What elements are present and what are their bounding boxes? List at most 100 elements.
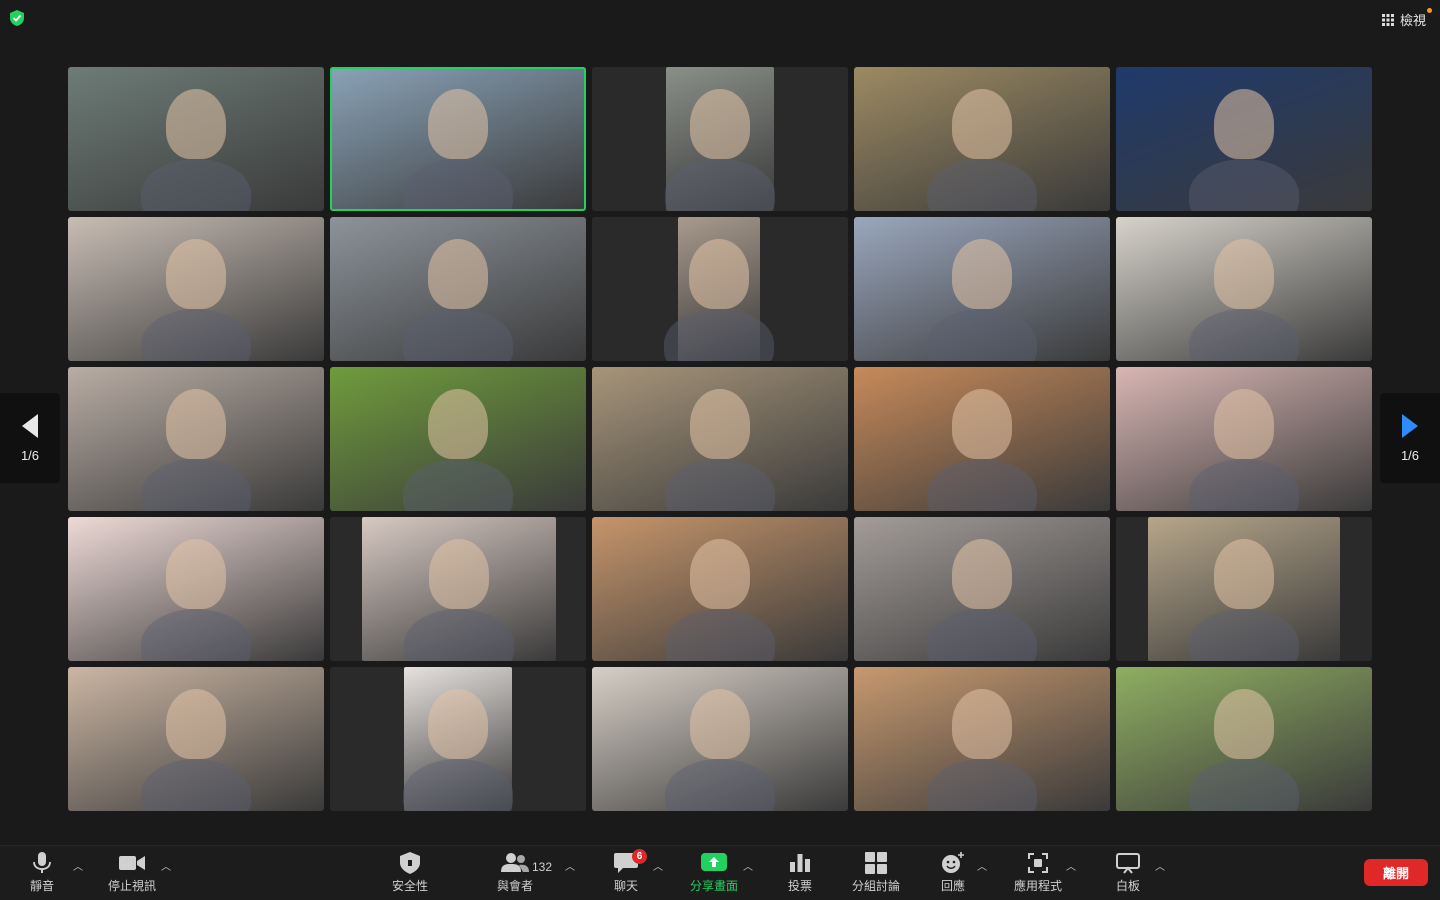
- participant-silhouette: [166, 689, 226, 759]
- participant-body: [403, 759, 513, 811]
- participant-video-tile[interactable]: [592, 667, 848, 811]
- participant-body: [1189, 759, 1299, 811]
- participant-silhouette: [166, 539, 226, 609]
- participant-video-tile[interactable]: [330, 67, 586, 211]
- apps-label: 應用程式: [1014, 879, 1063, 893]
- participant-video-tile[interactable]: [68, 67, 324, 211]
- breakout-rooms-icon: [865, 852, 887, 874]
- leave-meeting-button[interactable]: 離開: [1364, 859, 1428, 886]
- participants-icon: [501, 853, 529, 872]
- share-screen-label: 分享畫面: [690, 879, 739, 893]
- meeting-toolbar: 靜音 ︿ 停止視訊 ︿ 安全性 與會者 132 ︿ 6 聊天 ︿ 分享畫面 ︿ …: [0, 845, 1440, 900]
- polls-button[interactable]: 投票: [788, 852, 812, 894]
- participant-video-feed: [330, 367, 586, 511]
- participant-video-tile[interactable]: [330, 517, 586, 661]
- participant-video-feed: [665, 67, 775, 211]
- chat-button[interactable]: 6 聊天: [614, 849, 647, 894]
- security-button[interactable]: 安全性: [392, 852, 428, 894]
- participant-silhouette: [1214, 689, 1274, 759]
- participant-video-feed: [592, 517, 848, 661]
- participants-options-caret[interactable]: ︿: [565, 858, 575, 873]
- video-options-caret[interactable]: ︿: [161, 858, 171, 873]
- audio-options-caret[interactable]: ︿: [73, 858, 83, 873]
- participants-button[interactable]: 與會者: [497, 852, 533, 894]
- mute-button[interactable]: 靜音: [30, 852, 54, 894]
- participant-video-feed: [68, 217, 324, 361]
- participant-video-tile[interactable]: [330, 667, 586, 811]
- participant-silhouette: [690, 689, 750, 759]
- participant-video-tile[interactable]: [854, 67, 1110, 211]
- participant-video-tile[interactable]: [854, 217, 1110, 361]
- participant-silhouette: [1214, 389, 1274, 459]
- participant-video-tile[interactable]: [592, 67, 848, 211]
- reactions-button[interactable]: 回應: [941, 852, 965, 894]
- participant-silhouette: [690, 89, 750, 159]
- participant-video-feed: [68, 517, 324, 661]
- participant-body: [665, 459, 775, 511]
- participant-video-feed: [1116, 217, 1372, 361]
- arrow-left-icon: [22, 413, 38, 438]
- participant-video-feed: [1116, 67, 1372, 211]
- participant-video-feed: [68, 67, 324, 211]
- participant-video-tile[interactable]: [1116, 67, 1372, 211]
- participant-video-tile[interactable]: [68, 517, 324, 661]
- participant-video-feed: [330, 217, 586, 361]
- reactions-options-caret[interactable]: ︿: [977, 858, 987, 873]
- encryption-shield-icon[interactable]: [10, 10, 24, 26]
- participant-video-tile[interactable]: [854, 667, 1110, 811]
- chat-label: 聊天: [614, 879, 639, 893]
- participant-body: [141, 759, 251, 811]
- apps-button[interactable]: 應用程式: [1014, 852, 1062, 894]
- breakout-rooms-label: 分組討論: [852, 879, 901, 893]
- participant-video-tile[interactable]: [1116, 217, 1372, 361]
- apps-options-caret[interactable]: ︿: [1066, 858, 1076, 873]
- participant-video-tile[interactable]: [1116, 367, 1372, 511]
- participant-body: [665, 609, 775, 661]
- participant-video-tile[interactable]: [854, 517, 1110, 661]
- participant-video-tile[interactable]: [592, 517, 848, 661]
- participant-silhouette: [1214, 539, 1274, 609]
- share-options-caret[interactable]: ︿: [743, 858, 753, 873]
- participant-video-tile[interactable]: [592, 217, 848, 361]
- polls-label: 投票: [788, 879, 813, 893]
- share-screen-button[interactable]: 分享畫面: [690, 852, 738, 894]
- participant-video-tile[interactable]: [68, 217, 324, 361]
- stop-video-button[interactable]: 停止視訊: [108, 852, 156, 894]
- participant-video-feed: [854, 667, 1110, 811]
- participant-video-feed: [362, 517, 556, 661]
- participant-video-tile[interactable]: [330, 367, 586, 511]
- share-screen-icon: [701, 853, 727, 871]
- participant-video-tile[interactable]: [330, 217, 586, 361]
- participant-video-tile[interactable]: [854, 367, 1110, 511]
- participant-silhouette: [689, 239, 749, 309]
- participant-video-tile[interactable]: [1116, 667, 1372, 811]
- participant-video-feed: [403, 667, 513, 811]
- participant-silhouette: [1214, 239, 1274, 309]
- participant-body: [403, 459, 513, 511]
- mute-label: 靜音: [30, 879, 55, 893]
- participant-video-tile[interactable]: [68, 667, 324, 811]
- participant-silhouette: [952, 239, 1012, 309]
- previous-page-button[interactable]: 1/6: [0, 393, 60, 483]
- participant-silhouette: [690, 389, 750, 459]
- participant-silhouette: [166, 239, 226, 309]
- participant-video-feed: [854, 367, 1110, 511]
- next-page-button[interactable]: 1/6: [1380, 393, 1440, 483]
- participant-silhouette: [166, 389, 226, 459]
- participant-silhouette: [690, 539, 750, 609]
- chat-options-caret[interactable]: ︿: [653, 858, 663, 873]
- whiteboard-label: 白板: [1116, 879, 1141, 893]
- participant-video-feed: [68, 667, 324, 811]
- participant-body: [404, 609, 514, 661]
- participant-silhouette: [428, 239, 488, 309]
- view-button[interactable]: 檢視: [1376, 8, 1432, 31]
- participant-video-tile[interactable]: [68, 367, 324, 511]
- participant-video-tile[interactable]: [592, 367, 848, 511]
- participant-body: [1189, 459, 1299, 511]
- breakout-rooms-button[interactable]: 分組討論: [852, 852, 900, 894]
- participant-video-feed: [664, 217, 774, 361]
- active-speaker-border: [330, 67, 586, 211]
- whiteboard-button[interactable]: 白板: [1116, 852, 1140, 894]
- whiteboard-options-caret[interactable]: ︿: [1155, 858, 1165, 873]
- participant-video-tile[interactable]: [1116, 517, 1372, 661]
